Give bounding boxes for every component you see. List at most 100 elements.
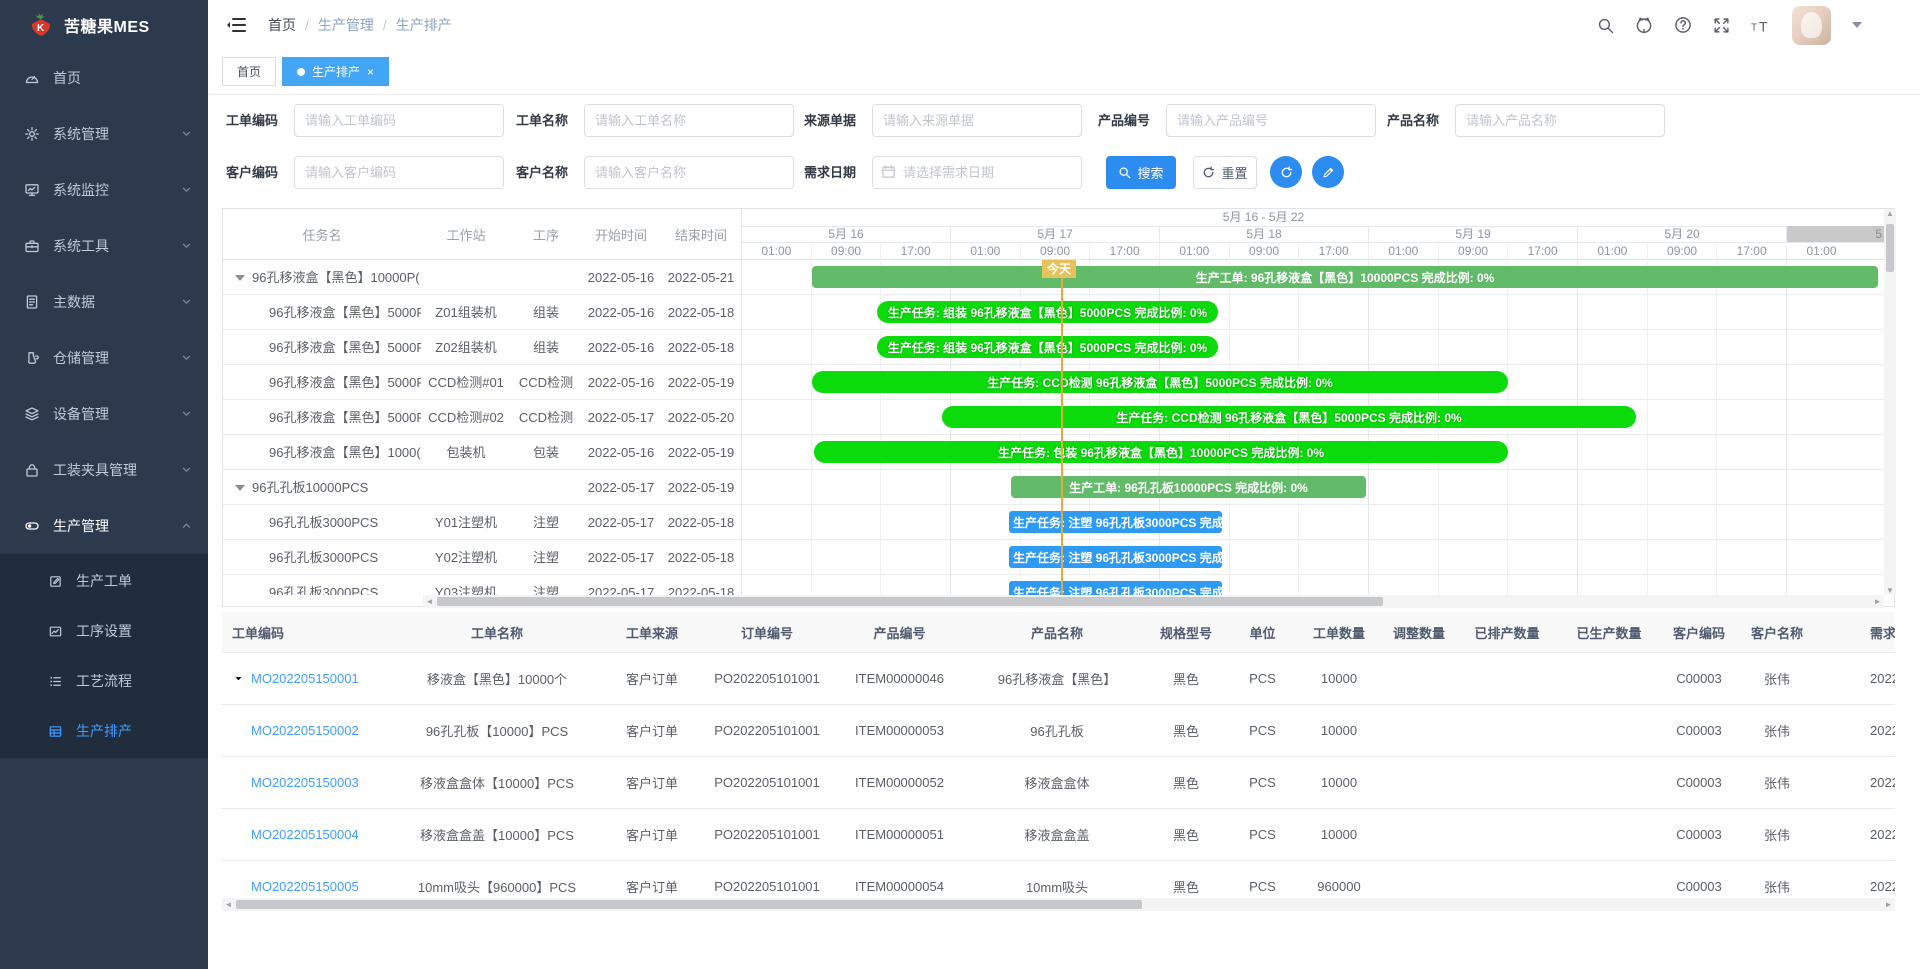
gantt-bar-selected[interactable]: 生产任务: 注塑 96孔孔板3000PCS 完成 [1009, 581, 1222, 595]
sidebar-item-monitor[interactable]: 系统监控 [0, 162, 208, 218]
table-row[interactable]: MO202205150003移液盒盒体【10000】PCS客户订单PO20220… [222, 757, 1895, 809]
help-icon[interactable] [1674, 16, 1692, 34]
scroll-down-icon[interactable]: ▼ [1884, 586, 1896, 595]
gantt-task-name[interactable]: 96孔孔板3000PCS [223, 540, 421, 575]
github-icon[interactable] [1635, 16, 1653, 34]
mes-app: K 苦糖果MES 首页系统管理系统监控系统工具主数据仓储管理设备管理工装夹具管理… [0, 0, 1920, 969]
table-row[interactable]: MO20220515000510mm吸头【960000】PCS客户订单PO202… [222, 861, 1895, 896]
gantt-bar-order[interactable]: 生产工单: 96孔孔板10000PCS 完成比例: 0% [1011, 476, 1366, 498]
breadcrumb-separator: / [383, 17, 387, 33]
sidebar-subitem-scheduling[interactable]: 生产排产 [0, 706, 208, 756]
font-size-icon[interactable]: TT [1751, 17, 1771, 34]
gantt-bar-order[interactable]: 生产工单: 96孔移液盒【黑色】10000PCS 完成比例: 0% [812, 266, 1878, 288]
sidebar-collapse-icon[interactable] [226, 16, 246, 34]
gantt-task-name[interactable]: 96孔移液盒【黑色】5000F [223, 330, 421, 365]
table-row[interactable]: MO20220515000296孔孔板【10000】PCS客户订单PO20220… [222, 705, 1895, 757]
sidebar-subitem-work-order[interactable]: 生产工单 [0, 556, 208, 606]
gantt-process: CCD检测 [511, 365, 581, 400]
sidebar-item-home[interactable]: 首页 [0, 50, 208, 106]
fullscreen-icon[interactable] [1713, 17, 1730, 34]
cell-order_no: PO202205101001 [702, 757, 832, 809]
gantt-bar-selected[interactable]: 生产任务: 注塑 96孔孔板3000PCS 完成 [1009, 546, 1222, 568]
filter-input-2[interactable] [872, 104, 1082, 137]
table-row[interactable]: MO202205150001移液盒【黑色】10000个客户订单PO2022051… [222, 653, 1895, 705]
gantt-task-name[interactable]: 96孔孔板3000PCS [223, 505, 421, 540]
work-order-link[interactable]: MO202205150003 [251, 775, 359, 790]
gantt-task-name[interactable]: 96孔孔板3000PCS [223, 575, 421, 595]
table-row[interactable]: MO202205150004移液盒盒盖【10000】PCS客户订单PO20220… [222, 809, 1895, 861]
reset-button[interactable]: 重置 [1193, 156, 1257, 189]
gantt-process [511, 260, 581, 295]
scroll-right-icon[interactable]: ► [1871, 597, 1884, 606]
tab-close-icon[interactable]: × [367, 65, 374, 79]
gantt-horizontal-scrollbar[interactable]: ◄► [423, 595, 1884, 608]
filter-input-r2-2[interactable] [872, 156, 1082, 189]
row-expand-icon[interactable] [233, 673, 245, 684]
scroll-up-icon[interactable]: ▲ [1884, 209, 1896, 218]
search-icon[interactable] [1597, 17, 1614, 34]
filter-input-0[interactable] [294, 104, 504, 137]
user-menu-caret-icon[interactable] [1852, 22, 1862, 28]
gantt-task-name[interactable]: 96孔移液盒【黑色】10000P( [223, 260, 421, 295]
tab-item[interactable]: 首页 [222, 57, 276, 86]
work-order-link[interactable]: MO202205150001 [251, 671, 359, 686]
gantt-task-name[interactable]: 96孔移液盒【黑色】5000F [223, 400, 421, 435]
filter-input-3[interactable] [1166, 104, 1376, 137]
collapse-caret-icon[interactable] [235, 485, 245, 491]
sidebar-item-system[interactable]: 系统管理 [0, 106, 208, 162]
gantt-bar-task[interactable]: 生产任务: CCD检测 96孔移液盒【黑色】5000PCS 完成比例: 0% [942, 406, 1636, 428]
app-logo[interactable]: K 苦糖果MES [0, 0, 208, 50]
gantt-task-name[interactable]: 96孔孔板10000PCS [223, 470, 421, 505]
gantt-hour-label: 01:00 [1786, 243, 1856, 260]
gantt-bar-task[interactable]: 生产任务: 包装 96孔移液盒【黑色】10000PCS 完成比例: 0% [814, 441, 1508, 463]
gantt-bar-task[interactable]: 生产任务: CCD检测 96孔移液盒【黑色】5000PCS 完成比例: 0% [812, 371, 1508, 393]
chevron-down-icon [181, 464, 192, 475]
sidebar-submenu: 生产工单工序设置工艺流程生产排产 [0, 554, 208, 758]
gantt-end-date: 2022-05-18 [661, 330, 741, 365]
sidebar-subitem-process-settings[interactable]: 工序设置 [0, 606, 208, 656]
filter-input-1[interactable] [584, 104, 794, 137]
gantt-vertical-scrollbar[interactable]: ▲▼ [1884, 209, 1896, 595]
column-header: 规格型号 [1147, 612, 1225, 653]
gantt-bar-task[interactable]: 生产任务: 组装 96孔移液盒【黑色】5000PCS 完成比例: 0% [877, 336, 1218, 358]
cell-adjust_qty [1378, 705, 1460, 757]
collapse-caret-icon[interactable] [235, 275, 245, 281]
tab-active[interactable]: 生产排产× [282, 57, 389, 86]
cell-customer_code: C00003 [1664, 861, 1734, 896]
table-horizontal-scrollbar[interactable]: ◄ ► [222, 898, 1895, 911]
gantt-task-name[interactable]: 96孔移液盒【黑色】5000F [223, 365, 421, 400]
user-avatar[interactable] [1792, 6, 1831, 45]
gantt-day-label: 5月 17 [950, 226, 1159, 243]
gantt-bar-selected[interactable]: 生产任务: 注塑 96孔孔板3000PCS 完成 [1009, 511, 1222, 533]
sidebar-item-warehouse[interactable]: 仓储管理 [0, 330, 208, 386]
breadcrumb-item[interactable]: 生产管理 [318, 15, 374, 35]
work-order-link[interactable]: MO202205150004 [251, 827, 359, 842]
filter-input-r2-1[interactable] [584, 156, 794, 189]
sidebar-item-production[interactable]: 生产管理 [0, 498, 208, 554]
breadcrumb-item[interactable]: 生产排产 [396, 15, 452, 35]
filter-input-r2-0[interactable] [294, 156, 504, 189]
search-button[interactable]: 搜索 [1106, 156, 1176, 189]
cell-name: 移液盒盒体【10000】PCS [392, 757, 602, 809]
svg-text:T: T [1751, 22, 1757, 33]
sidebar-item-masterdata[interactable]: 主数据 [0, 274, 208, 330]
gantt-bar-task[interactable]: 生产任务: 组装 96孔移液盒【黑色】5000PCS 完成比例: 0% [877, 301, 1218, 323]
sidebar-item-equipment[interactable]: 设备管理 [0, 386, 208, 442]
table-header-row: 工单编码工单名称工单来源订单编号产品编号产品名称规格型号单位工单数量调整数量已排… [222, 612, 1895, 653]
scroll-right-icon[interactable]: ► [1882, 900, 1895, 909]
breadcrumb-item[interactable]: 首页 [268, 15, 296, 35]
scroll-left-icon[interactable]: ◄ [423, 597, 436, 606]
scroll-left-icon[interactable]: ◄ [222, 900, 235, 909]
gantt-task-name[interactable]: 96孔移液盒【黑色】1000( [223, 435, 421, 470]
sidebar-item-tools[interactable]: 系统工具 [0, 218, 208, 274]
work-order-link[interactable]: MO202205150005 [251, 879, 359, 894]
gantt-column-header: 任务名 [223, 209, 421, 260]
work-order-link[interactable]: MO202205150002 [251, 723, 359, 738]
filter-input-4[interactable] [1455, 104, 1665, 137]
edit-schedule-button[interactable] [1312, 156, 1344, 188]
cell-customer_code: C00003 [1664, 705, 1734, 757]
sidebar-subitem-process-flow[interactable]: 工艺流程 [0, 656, 208, 706]
refresh-gantt-button[interactable] [1270, 156, 1302, 188]
sidebar-item-fixture[interactable]: 工装夹具管理 [0, 442, 208, 498]
gantt-task-name[interactable]: 96孔移液盒【黑色】5000F [223, 295, 421, 330]
